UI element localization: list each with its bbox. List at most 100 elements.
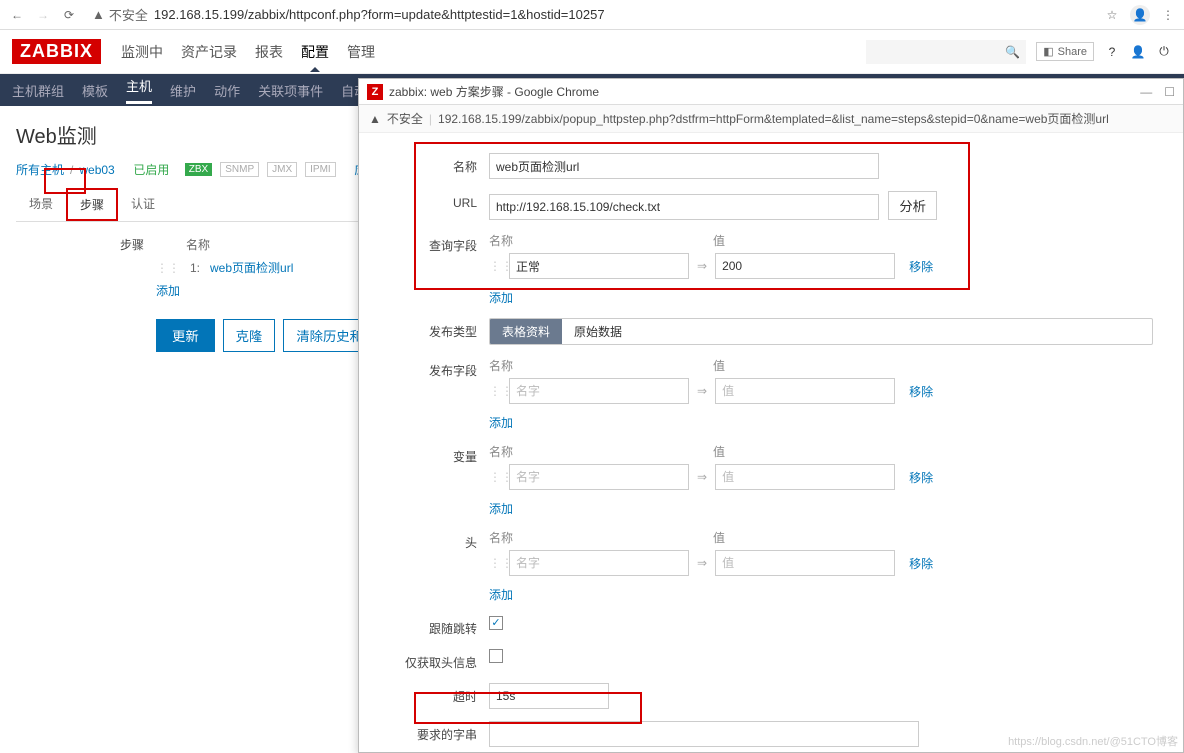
clone-button[interactable]: 克隆: [223, 319, 276, 352]
watermark: https://blog.csdn.net/@51CTO博客: [1008, 733, 1178, 749]
user-icon[interactable]: 👤: [1130, 44, 1146, 60]
address-url: 192.168.15.199/zabbix/httpconf.php?form=…: [154, 7, 605, 22]
popup-body: 名称 URL 分析 查询字段 名称值 ⋮⋮ ⇒ 移除 添加: [359, 133, 1183, 752]
drag-handle-icon[interactable]: ⋮⋮: [489, 556, 501, 570]
logo[interactable]: ZABBIX: [12, 39, 101, 64]
post-row: ⋮⋮ ⇒ 移除: [489, 378, 1153, 404]
menu-admin[interactable]: 管理: [347, 42, 375, 62]
headers-label: 头: [389, 529, 489, 551]
var-value-input[interactable]: [715, 464, 895, 490]
step-index: 1:: [190, 261, 200, 275]
remove-link[interactable]: 移除: [909, 469, 933, 486]
popup-maximize-icon[interactable]: ☐: [1164, 85, 1175, 99]
power-icon[interactable]: ⏻: [1156, 44, 1172, 60]
share-button[interactable]: ◧ Share: [1036, 42, 1094, 61]
drag-handle-icon[interactable]: ⋮⋮: [489, 384, 501, 398]
menu-config[interactable]: 配置: [301, 42, 329, 62]
header-value-input[interactable]: [715, 550, 895, 576]
badge-ipmi: IPMI: [305, 162, 336, 177]
star-icon[interactable]: ☆: [1104, 7, 1120, 23]
back-icon[interactable]: ←: [8, 6, 26, 24]
insecure-label: 不安全: [109, 5, 148, 24]
follow-checkbox[interactable]: [489, 616, 503, 630]
remove-link[interactable]: 移除: [909, 258, 933, 275]
app-header: ZABBIX 监测中 资产记录 报表 配置 管理 🔍 ◧ Share ? 👤 ⏻: [0, 30, 1184, 74]
query-name-input[interactable]: [509, 253, 689, 279]
header-search[interactable]: 🔍: [866, 40, 1026, 64]
update-button[interactable]: 更新: [156, 319, 215, 352]
hdr-name-hdr: 名称: [489, 529, 689, 546]
query-value-input[interactable]: [715, 253, 895, 279]
remove-link[interactable]: 移除: [909, 555, 933, 572]
url-input[interactable]: [489, 194, 879, 220]
subnav-hosts[interactable]: 主机: [126, 76, 152, 104]
var-name-input[interactable]: [509, 464, 689, 490]
step-row: ⋮⋮ 1: web页面检测url: [156, 259, 293, 276]
arrow-icon: ⇒: [697, 259, 707, 273]
header-row: ⋮⋮ ⇒ 移除: [489, 550, 1153, 576]
bc-all-hosts[interactable]: 所有主机: [16, 161, 64, 178]
menu-monitoring[interactable]: 监测中: [121, 42, 163, 62]
popup-insecure-label: 不安全: [387, 110, 423, 127]
drag-handle-icon[interactable]: ⋮⋮: [156, 261, 180, 275]
drag-handle-icon[interactable]: ⋮⋮: [489, 470, 501, 484]
tab-scenario[interactable]: 场景: [16, 188, 66, 221]
required-str-label: 要求的字串: [389, 721, 489, 743]
post-type-segment: 表格资料 原始数据: [489, 318, 1153, 345]
add-step-link[interactable]: 添加: [156, 284, 180, 298]
reload-icon[interactable]: ⟳: [60, 6, 78, 24]
tab-steps[interactable]: 步骤: [66, 188, 118, 221]
subnav-correlation[interactable]: 关联项事件: [258, 81, 323, 100]
popup-titlebar: Z zabbix: web 方案步骤 - Google Chrome — ☐: [359, 79, 1183, 105]
required-str-input[interactable]: [489, 721, 919, 747]
bc-enabled: 已启用: [133, 161, 169, 178]
head-only-checkbox[interactable]: [489, 649, 503, 663]
drag-handle-icon[interactable]: ⋮⋮: [489, 259, 501, 273]
menu-inventory[interactable]: 资产记录: [181, 42, 237, 62]
popup-minimize-icon[interactable]: —: [1140, 85, 1152, 99]
badge-jmx: JMX: [267, 162, 297, 177]
forward-icon[interactable]: →: [34, 6, 52, 24]
timeout-input[interactable]: [489, 683, 609, 709]
subnav-hostgroups[interactable]: 主机群组: [12, 81, 64, 100]
add-query-link[interactable]: 添加: [489, 289, 513, 306]
add-post-link[interactable]: 添加: [489, 414, 513, 431]
name-input[interactable]: [489, 153, 879, 179]
post-fields-label: 发布字段: [389, 357, 489, 379]
address-bar[interactable]: ▲ 不安全 192.168.15.199/zabbix/httpconf.php…: [86, 5, 1096, 24]
menu-icon[interactable]: ⋮: [1160, 7, 1176, 23]
avatar-icon[interactable]: 👤: [1130, 5, 1150, 25]
subnav-maintenance[interactable]: 维护: [170, 81, 196, 100]
subnav-templates[interactable]: 模板: [82, 81, 108, 100]
search-icon: 🔍: [1005, 45, 1020, 59]
post-value-hdr: 值: [713, 357, 725, 374]
analyze-button[interactable]: 分析: [888, 191, 937, 220]
add-header-link[interactable]: 添加: [489, 586, 513, 603]
tab-auth[interactable]: 认证: [118, 188, 168, 221]
browser-bar: ← → ⟳ ▲ 不安全 192.168.15.199/zabbix/httpco…: [0, 0, 1184, 30]
share-label: Share: [1058, 46, 1087, 58]
post-name-input[interactable]: [509, 378, 689, 404]
post-type-form[interactable]: 表格资料: [490, 319, 562, 344]
query-name-hdr: 名称: [489, 232, 689, 249]
header-name-input[interactable]: [509, 550, 689, 576]
remove-link[interactable]: 移除: [909, 383, 933, 400]
post-type-raw[interactable]: 原始数据: [562, 319, 634, 344]
arrow-icon: ⇒: [697, 556, 707, 570]
menu-reports[interactable]: 报表: [255, 42, 283, 62]
popup-url: 192.168.15.199/zabbix/popup_httpstep.php…: [438, 110, 1109, 127]
help-icon[interactable]: ?: [1104, 44, 1120, 60]
hdr-value-hdr: 值: [713, 529, 725, 546]
add-var-link[interactable]: 添加: [489, 500, 513, 517]
bc-host[interactable]: web03: [79, 163, 114, 177]
timeout-label: 超时: [389, 683, 489, 705]
subnav-actions[interactable]: 动作: [214, 81, 240, 100]
head-only-label: 仅获取头信息: [389, 649, 489, 671]
step-name-link[interactable]: web页面检测url: [210, 259, 293, 276]
follow-label: 跟随跳转: [389, 615, 489, 637]
post-value-input[interactable]: [715, 378, 895, 404]
popup-address-bar: ▲ 不安全 | 192.168.15.199/zabbix/popup_http…: [359, 105, 1183, 133]
steps-col-name: 名称: [186, 236, 210, 253]
popup-title-text: zabbix: web 方案步骤 - Google Chrome: [389, 83, 599, 100]
bc-sep: /: [70, 163, 73, 177]
